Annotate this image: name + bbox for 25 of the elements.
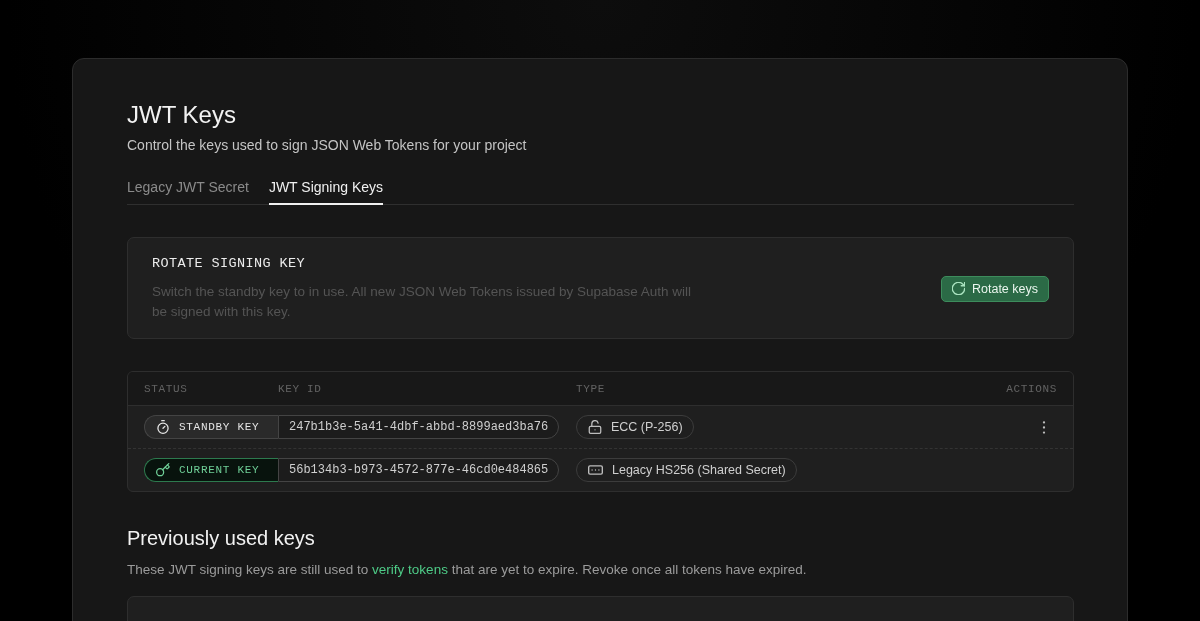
status-label: CURRENT KEY — [179, 464, 260, 476]
column-header: KEY ID — [278, 382, 323, 395]
column-header: ACTIONS — [1006, 382, 1057, 395]
stopwatch-icon — [156, 420, 170, 434]
status-label: STANDBY KEY — [179, 421, 260, 433]
key-icon — [156, 463, 170, 477]
padlock-icon — [588, 420, 602, 434]
section-description: These JWT signing keys are still used to verify tokens that are yet to expire. Revoke once all tokens have expired. — [127, 561, 808, 579]
column-header: TYPE — [576, 382, 606, 395]
rotate-keys-button[interactable]: Rotate keys — [941, 275, 1049, 302]
tab[interactable]: Legacy JWT Secret — [127, 177, 249, 205]
section-title: Previously used keys — [127, 526, 316, 551]
column-header: STATUS — [144, 382, 189, 395]
tab[interactable]: JWT Signing Keys — [268, 177, 384, 205]
page-subtitle: Control the keys used to sign JSON Web Tokens for your project — [127, 136, 528, 155]
page-title: JWT Keys — [127, 100, 237, 130]
key-id-chip: 56b134b3-b973-4572-877e-46cd0e484865 — [278, 458, 560, 482]
verify-tokens-link[interactable]: verify tokens — [372, 562, 448, 577]
key-type-label: Legacy HS256 (Shared Secret) — [612, 463, 786, 477]
key-type-label: ECC (P-256) — [611, 420, 683, 434]
refresh-icon — [952, 282, 965, 295]
card-title: ROTATE SIGNING KEY — [152, 255, 307, 273]
dotted-rectangle-icon — [588, 465, 603, 475]
key-id-chip: 247b1b3e-5a41-4dbf-abbd-8899aed3ba76 — [278, 415, 560, 439]
more-icon — [1042, 420, 1046, 434]
